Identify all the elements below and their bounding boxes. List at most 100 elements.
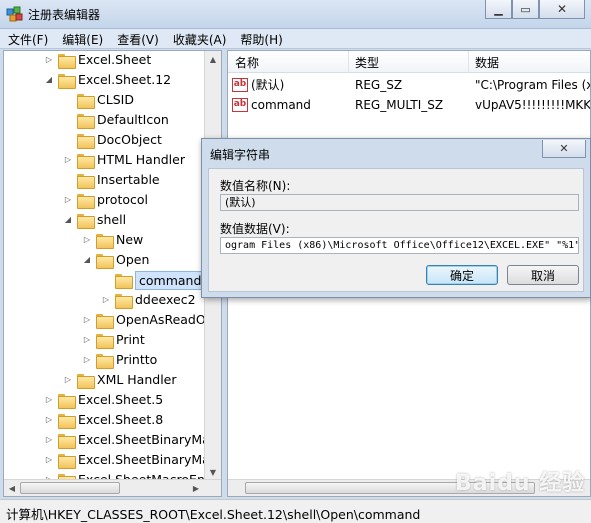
tree-item-label: XML Handler: [97, 372, 177, 387]
collapsed-arrow-icon[interactable]: ▷: [44, 450, 54, 470]
minimize-icon: ▁: [494, 2, 503, 16]
tree-item-label: Open: [116, 252, 150, 267]
tree-item-label: CLSID: [97, 92, 134, 107]
folder-icon: [77, 113, 95, 129]
tree-item-label: ddeexec2: [135, 292, 196, 307]
tree-item[interactable]: ▷ Excel.Sheet.5: [44, 390, 163, 410]
tree-item[interactable]: command: [101, 270, 206, 290]
collapsed-arrow-icon[interactable]: ▷: [44, 410, 54, 430]
menu-edit[interactable]: 编辑(E): [56, 29, 109, 48]
collapsed-arrow-icon[interactable]: ▷: [44, 390, 54, 410]
tree-item[interactable]: ▷ Printto: [82, 350, 157, 370]
folder-icon: [77, 173, 95, 189]
value-data: vUpAV5!!!!!!!!!MKKS: [475, 98, 590, 112]
value-name-label: 数值名称(N):: [220, 179, 291, 193]
tree-item[interactable]: ▷ OpenAsReadO: [82, 310, 206, 330]
tree-item[interactable]: ▷ XML Handler: [63, 370, 177, 390]
menu-help[interactable]: 帮助(H): [234, 29, 288, 48]
collapsed-arrow-icon[interactable]: ▷: [63, 370, 73, 390]
menu-file[interactable]: 文件(F): [2, 29, 54, 48]
tree-item[interactable]: ▷ ddeexec2: [101, 290, 196, 310]
collapsed-arrow-icon[interactable]: ▷: [63, 150, 73, 170]
maximize-button[interactable]: ▭: [512, 0, 539, 19]
tree-item[interactable]: ◢ shell: [63, 210, 126, 230]
window-controls: ▁ ▭ ✕: [485, 0, 585, 19]
collapsed-arrow-icon[interactable]: ▷: [44, 51, 54, 70]
value-data-label: 数值数据(V):: [220, 222, 290, 236]
folder-icon: [77, 133, 95, 149]
list-item[interactable]: ab (默认) REG_SZ "C:\Program Files (x: [228, 75, 590, 95]
tree-hscroll-thumb[interactable]: [20, 482, 120, 494]
expanded-arrow-icon[interactable]: ◢: [82, 250, 92, 270]
close-button[interactable]: ✕: [539, 0, 585, 19]
value-data-input[interactable]: ogram Files (x86)\Microsoft Office\Offic…: [220, 237, 579, 254]
tree-item-label: protocol: [97, 192, 148, 207]
list-item[interactable]: ab command REG_MULTI_SZ vUpAV5!!!!!!!!!M…: [228, 95, 590, 115]
collapsed-arrow-icon[interactable]: ▷: [101, 290, 111, 310]
dialog-title: 编辑字符串: [210, 148, 271, 162]
folder-icon: [96, 333, 114, 349]
expanded-arrow-icon[interactable]: ◢: [63, 210, 73, 230]
folder-icon: [96, 313, 114, 329]
tree-item[interactable]: ▷ protocol: [63, 190, 148, 210]
menu-view[interactable]: 查看(V): [111, 29, 165, 48]
collapsed-arrow-icon[interactable]: ▷: [63, 190, 73, 210]
tree-item[interactable]: ▷ Excel.SheetBinaryMac: [44, 430, 217, 450]
maximize-icon: ▭: [520, 2, 531, 16]
tree-item[interactable]: Insertable: [63, 170, 160, 190]
tree-item-label: Print: [116, 332, 145, 347]
scroll-up-icon[interactable]: ▲: [205, 51, 221, 68]
expanded-arrow-icon[interactable]: ◢: [44, 70, 54, 90]
collapsed-arrow-icon[interactable]: ▷: [82, 330, 92, 350]
collapsed-arrow-icon[interactable]: ▷: [82, 310, 92, 330]
tree-horizontal-scrollbar[interactable]: ◀ ▶: [4, 479, 221, 496]
list-header: 名称 类型 数据: [228, 51, 590, 73]
cancel-button[interactable]: 取消: [507, 265, 579, 285]
menu-bar: 文件(F) 编辑(E) 查看(V) 收藏夹(A) 帮助(H): [0, 29, 591, 49]
scroll-left-icon[interactable]: ◀: [4, 480, 20, 496]
column-name[interactable]: 名称: [235, 54, 259, 71]
collapsed-arrow-icon[interactable]: ▷: [44, 430, 54, 450]
column-type[interactable]: 类型: [355, 54, 379, 71]
tree-item[interactable]: DefaultIcon: [63, 110, 169, 130]
tree-item[interactable]: CLSID: [63, 90, 134, 110]
value-data: "C:\Program Files (x: [475, 78, 590, 92]
string-value-icon: ab: [232, 98, 248, 112]
menu-favorites[interactable]: 收藏夹(A): [167, 29, 233, 48]
scroll-right-icon[interactable]: ▶: [188, 480, 204, 496]
regedit-icon: [6, 6, 23, 22]
folder-icon: [115, 293, 133, 309]
tree-item[interactable]: ▷ Excel.SheetBinaryMac: [44, 450, 217, 470]
tree-item[interactable]: ◢ Excel.Sheet.12: [44, 70, 171, 90]
column-data[interactable]: 数据: [475, 54, 499, 71]
tree-item-label: Excel.SheetBinaryMac: [78, 452, 217, 467]
tree-item[interactable]: ▷ Print: [82, 330, 145, 350]
collapsed-arrow-icon[interactable]: ▷: [82, 230, 92, 250]
watermark: Baidu 经验: [455, 471, 586, 496]
tree-item-label: New: [116, 232, 144, 247]
edit-string-dialog[interactable]: 编辑字符串 ✕ 数值名称(N): (默认) 数值数据(V): ogram Fil…: [201, 138, 591, 298]
tree-item[interactable]: DocObject: [63, 130, 162, 150]
dialog-body: 数值名称(N): (默认) 数值数据(V): ogram Files (x86)…: [208, 168, 584, 292]
tree-item[interactable]: ▷ Excel.Sheet.8: [44, 410, 163, 430]
folder-icon: [58, 53, 76, 69]
folder-icon: [96, 253, 114, 269]
tree-item[interactable]: ▷ Excel.Sheet: [44, 51, 151, 70]
close-icon: ✕: [559, 142, 569, 155]
folder-icon: [77, 213, 95, 229]
tree-item[interactable]: ▷ New: [82, 230, 143, 250]
minimize-button[interactable]: ▁: [485, 0, 512, 19]
registry-tree[interactable]: ▷ Excel.Sheet ◢ Excel.Sheet.12 CLSID DefaultI…: [3, 50, 222, 497]
close-icon: ✕: [556, 2, 568, 16]
value-name-field: (默认): [220, 194, 579, 211]
collapsed-arrow-icon[interactable]: ▷: [82, 350, 92, 370]
folder-icon: [77, 373, 95, 389]
title-bar[interactable]: 注册表编辑器 ▁ ▭ ✕: [0, 0, 591, 29]
tree-item[interactable]: ◢ Open: [82, 250, 149, 270]
tree-item[interactable]: ▷ HTML Handler: [63, 150, 185, 170]
ok-button[interactable]: 确定: [426, 265, 498, 285]
dialog-close-button[interactable]: ✕: [542, 140, 586, 158]
tree-item-label: shell: [97, 212, 127, 227]
window-title: 注册表编辑器: [28, 8, 101, 22]
folder-icon: [96, 233, 114, 249]
